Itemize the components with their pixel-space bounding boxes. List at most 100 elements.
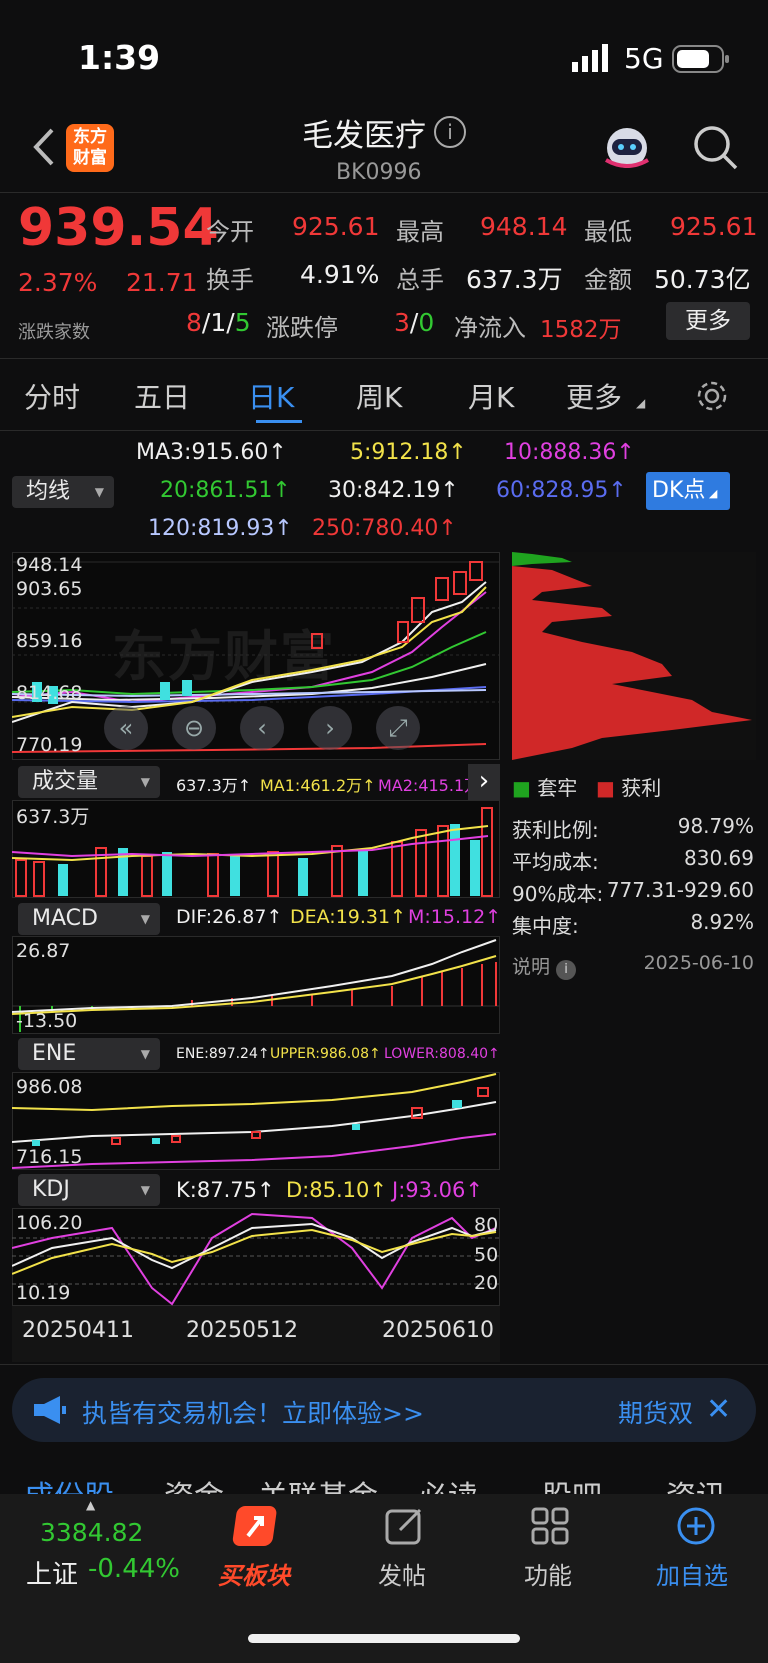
change-amount: 21.71	[126, 268, 198, 297]
info-icon[interactable]: i	[434, 116, 466, 148]
tab-monthly-k[interactable]: 月K	[468, 376, 514, 416]
inflow-value: 1582万	[540, 317, 622, 343]
dk-button[interactable]: DK点 ◢	[646, 472, 730, 510]
board-code: BK0996	[336, 160, 422, 185]
ene-ymax: 986.08	[16, 1076, 83, 1098]
vol-value: 637.3万↑	[176, 776, 252, 795]
home-indicator[interactable]	[248, 1634, 520, 1643]
ma30-label: 30:842.19↑	[328, 478, 459, 503]
ene-value: ENE:897.24↑	[176, 1046, 270, 1062]
kdj-ymax: 106.20	[16, 1212, 83, 1234]
chip-note-label: 说明	[512, 956, 551, 978]
volume-selector[interactable]: 成交量 ▼	[18, 766, 160, 798]
ma-selector-label: 均线	[26, 479, 71, 504]
high-label: 最高	[396, 218, 444, 246]
inflow-label: 净流入	[454, 314, 526, 342]
buy-board-icon[interactable]	[232, 1502, 284, 1552]
nav-prev-page-icon[interactable]: «	[104, 706, 148, 750]
dropdown-icon: ▼	[140, 1183, 150, 1197]
index-value[interactable]: 3384.82	[40, 1518, 143, 1547]
date-mid: 20250512	[186, 1318, 298, 1343]
more-button[interactable]: 更多	[666, 302, 750, 340]
subtab-related-funds[interactable]: 关联基金	[258, 1472, 378, 1494]
banner-right-text: 期货双	[618, 1399, 694, 1428]
function-icon[interactable]	[530, 1506, 570, 1546]
volume-selector-label: 成交量	[32, 769, 99, 794]
macd-chart	[12, 939, 500, 1032]
back-button[interactable]	[24, 122, 64, 172]
ene-selector[interactable]: ENE ▼	[18, 1038, 160, 1070]
limit-values: 3/0	[394, 308, 434, 337]
nav-zoom-icon[interactable]: ⊖	[172, 706, 216, 750]
logo-text-top: 东方	[73, 127, 107, 147]
function-button[interactable]: 功能	[524, 1556, 572, 1591]
high-value: 948.14	[480, 212, 568, 241]
ma-selector[interactable]: 均线 ▼	[12, 476, 114, 508]
ma250-label: 250:780.40↑	[312, 516, 457, 541]
add-watchlist-icon[interactable]	[676, 1506, 716, 1546]
subtab-news[interactable]: 资讯	[666, 1472, 726, 1494]
kline-y1: 948.14	[16, 554, 83, 576]
amount-label: 金额	[584, 266, 632, 294]
expand-icon[interactable]: ⤢	[376, 706, 420, 750]
chip-date: 2025-06-10	[643, 952, 754, 974]
open-label: 今开	[206, 218, 254, 246]
tab-intraday[interactable]: 分时	[24, 376, 80, 416]
subtab-forum[interactable]: 股吧	[542, 1472, 602, 1494]
ene-ymin: 716.15	[16, 1146, 83, 1168]
close-icon[interactable]: ✕	[706, 1392, 731, 1427]
kdj-chart	[12, 1212, 500, 1306]
subtab-funds[interactable]: 资金	[164, 1472, 224, 1494]
kline-y3: 859.16	[16, 630, 83, 652]
nav-left-icon[interactable]: ‹	[240, 706, 284, 750]
amount-value: 50.73亿	[654, 265, 751, 294]
kdj-selector[interactable]: KDJ ▼	[18, 1174, 160, 1206]
kline-y4: 814.68	[16, 682, 83, 704]
chip-row-label: 获利比例:	[512, 818, 599, 842]
legend-trap-label: 套牢	[537, 776, 578, 800]
breadth-values: 8/1/5	[186, 308, 251, 337]
kdj-selector-label: KDJ	[32, 1177, 70, 1202]
chevron-right-icon[interactable]: ›	[468, 764, 500, 800]
chip-row-label: 集中度:	[512, 914, 579, 938]
chip-row-value: 777.31-929.60	[606, 878, 754, 902]
breadth-flat: 1	[210, 308, 227, 337]
ma10-label: 10:888.36↑	[504, 440, 635, 465]
volume-label: 总手	[396, 266, 444, 294]
chip-row-label: 平均成本:	[512, 850, 599, 874]
chip-note[interactable]: 说明 i	[512, 952, 577, 980]
date-end: 20250610	[382, 1318, 494, 1343]
low-value: 925.61	[670, 212, 758, 241]
kdj-ref-20: 20	[474, 1272, 499, 1294]
post-button[interactable]: 发帖	[378, 1556, 426, 1591]
macd-selector[interactable]: MACD ▼	[18, 903, 160, 935]
buy-board-button[interactable]: 买板块	[218, 1556, 290, 1591]
kdj-j: J:93.06↑	[392, 1178, 483, 1202]
chip-row-label: 90%成本:	[512, 882, 604, 906]
search-icon[interactable]	[690, 122, 740, 172]
add-watchlist-button[interactable]: 加自选	[656, 1556, 728, 1591]
tab-five-day[interactable]: 五日	[134, 376, 190, 416]
kline-y2: 903.65	[16, 578, 83, 600]
post-icon[interactable]	[384, 1506, 424, 1546]
kdj-d: D:85.10↑	[286, 1178, 387, 1202]
ma20-label: 20:861.51↑	[160, 478, 291, 503]
tab-daily-k[interactable]: 日K	[248, 376, 294, 416]
current-price: 939.54	[18, 198, 219, 258]
battery-icon	[672, 44, 730, 74]
chip-row-value: 98.79%	[677, 814, 754, 838]
robot-assistant-icon[interactable]	[600, 122, 654, 176]
macd-dif: DIF:26.87↑	[176, 906, 283, 928]
subtab-must-read[interactable]: 必读	[418, 1472, 478, 1494]
volume-y: 637.3万	[16, 806, 90, 828]
limit-up: 3	[394, 308, 410, 337]
tab-more[interactable]: 更多	[566, 376, 622, 416]
breadth-down: 5	[234, 308, 251, 337]
subtab-constituents[interactable]: 成份股	[24, 1472, 114, 1494]
chip-row-value: 8.92%	[690, 910, 754, 934]
index-pct[interactable]: -0.44%	[88, 1554, 180, 1584]
gear-icon[interactable]	[694, 378, 730, 414]
tab-weekly-k[interactable]: 周K	[356, 376, 402, 416]
nav-right-icon[interactable]: ›	[308, 706, 352, 750]
index-name[interactable]: 上证	[26, 1554, 78, 1591]
